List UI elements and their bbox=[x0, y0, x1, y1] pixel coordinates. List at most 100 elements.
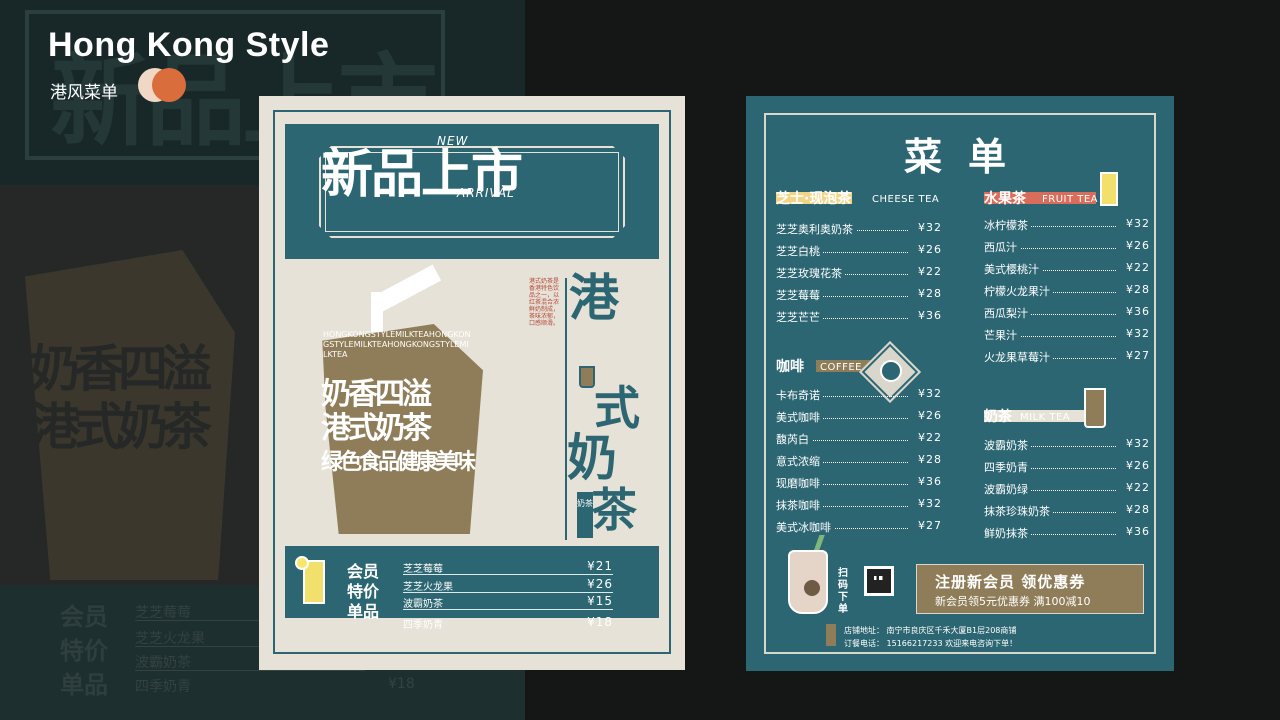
menu-item-price: ¥36 bbox=[915, 475, 942, 488]
member-special-band: 会员 特价 单品 芝芝莓莓 ¥21 芝芝火龙果 ¥26 波霸奶茶 ¥15 bbox=[285, 546, 659, 621]
menu-item: 意式浓缩 ¥28 bbox=[776, 453, 942, 469]
menu-item-price: ¥36 bbox=[1123, 525, 1150, 538]
cup-text-line: 奶香四溢 bbox=[321, 377, 432, 412]
menu-item-price: ¥32 bbox=[915, 497, 942, 510]
menu-item-price: ¥26 bbox=[1123, 239, 1150, 252]
shop-address: 店铺地址： 南宁市良庆区千禾大厦B1层208商铺 bbox=[844, 626, 1017, 635]
background-item: 波霸奶茶 bbox=[135, 655, 191, 671]
cup-small-text: HONGKONGSTYLEMILKTEAHONGKONGSTYLEMILKTEA… bbox=[323, 330, 471, 359]
section-title-en: COFFEE bbox=[820, 362, 862, 373]
menu-item-price: ¥22 bbox=[915, 431, 942, 444]
special-item: 波霸奶茶 ¥15 bbox=[403, 594, 613, 610]
background-cup-line: 港式奶茶 bbox=[30, 398, 212, 456]
menu-item-price: ¥32 bbox=[1123, 437, 1150, 450]
cup-text-line: 绿色食品健康美味 bbox=[321, 450, 476, 475]
menu-item-name: 西瓜梨汁 bbox=[984, 305, 1031, 321]
menu-item: 芝芝玫瑰花茶 ¥22 bbox=[776, 265, 942, 281]
new-label: NEW bbox=[437, 134, 469, 148]
menu-item-name: 芒果汁 bbox=[984, 327, 1020, 343]
menu-item-name: 冰柠檬茶 bbox=[984, 217, 1031, 233]
background-member-line: 会员 bbox=[60, 603, 108, 631]
menu-item: 芝芝奥利奥奶茶 ¥32 bbox=[776, 221, 942, 237]
menu-item: 西瓜汁 ¥26 bbox=[984, 239, 1150, 255]
menu-item-price: ¥27 bbox=[1123, 349, 1150, 362]
menu-item-price: ¥32 bbox=[1123, 327, 1150, 340]
shop-contact: 店铺地址： 南宁市良庆区千禾大厦B1层208商铺 订餐电话： 151662172… bbox=[844, 624, 1017, 650]
special-item: 芝芝莓莓 ¥21 bbox=[403, 559, 613, 575]
menu-item: 抹茶珍珠奶茶 ¥28 bbox=[984, 503, 1150, 519]
special-item-price: ¥21 bbox=[587, 559, 613, 573]
special-item: 芝芝火龙果 ¥26 bbox=[403, 577, 613, 593]
menu-item-name: 芝芝玫瑰花茶 bbox=[776, 265, 845, 281]
menu-item-name: 抹茶咖啡 bbox=[776, 497, 823, 513]
special-item-price: ¥26 bbox=[587, 577, 613, 591]
menu-item: 抹茶咖啡 ¥32 bbox=[776, 497, 942, 513]
member-special-label: 会员 特价 单品 bbox=[347, 562, 379, 622]
special-item-name: 四季奶青 bbox=[403, 620, 443, 631]
scan-to-order-label: 扫码下单 bbox=[838, 568, 848, 615]
promo-main-text: 注册新会员 领优惠券 bbox=[935, 573, 1086, 591]
section-cheese-tea: 芝士·现泡茶 CHEESE TEA bbox=[776, 188, 946, 207]
menu-item-price: ¥27 bbox=[915, 519, 942, 532]
menu-item-price: ¥36 bbox=[1123, 305, 1150, 318]
section-title-cn: 芝士·现泡茶 bbox=[776, 191, 852, 207]
menu-item-price: ¥22 bbox=[1123, 261, 1150, 274]
menu-item: 鲜奶抹茶 ¥36 bbox=[984, 525, 1150, 541]
menu-item-price: ¥28 bbox=[1123, 283, 1150, 296]
menu-item-name: 意式浓缩 bbox=[776, 453, 823, 469]
milk-tea-cup-icon bbox=[1084, 388, 1106, 428]
menu-item: 芝芝莓莓 ¥28 bbox=[776, 287, 942, 303]
menu-item: 芝芝芒芒 ¥36 bbox=[776, 309, 942, 325]
qr-code[interactable] bbox=[864, 566, 894, 596]
menu-item-price: ¥32 bbox=[915, 387, 942, 400]
item-underline bbox=[403, 609, 613, 610]
menu-footer: 扫码下单 注册新会员 领优惠券 新会员领5元优惠券 满100减10 bbox=[786, 531, 1144, 620]
menu-item-name: 馥芮白 bbox=[776, 431, 812, 447]
section-milk-tea: 奶茶 MILK TEA bbox=[984, 406, 1094, 425]
menu-item: 四季奶青 ¥26 bbox=[984, 459, 1150, 475]
menu-item-name: 抹茶珍珠奶茶 bbox=[984, 503, 1053, 519]
menu-item: 波霸奶茶 ¥32 bbox=[984, 437, 1150, 453]
menu-item-name: 西瓜汁 bbox=[984, 239, 1020, 255]
menu-item-name: 火龙果草莓汁 bbox=[984, 349, 1053, 365]
menu-item-price: ¥26 bbox=[915, 243, 942, 256]
menu-item-name: 现磨咖啡 bbox=[776, 475, 823, 491]
promo-banner: 注册新会员 领优惠券 新会员领5元优惠券 满100减10 bbox=[916, 564, 1144, 614]
special-item-price: ¥15 bbox=[587, 594, 613, 608]
menu-item-price: ¥28 bbox=[915, 287, 942, 300]
background-item: 四季奶青 bbox=[135, 679, 191, 695]
menu-item-name: 美式樱桃汁 bbox=[984, 261, 1042, 277]
menu-item: 现磨咖啡 ¥36 bbox=[776, 475, 942, 491]
menu-item-name: 芝芝奥利奥奶茶 bbox=[776, 221, 856, 237]
background-item-line bbox=[135, 670, 365, 671]
shop-phone: 订餐电话： 15166217233 欢迎来电咨询下单！ bbox=[844, 639, 1018, 648]
intro-text: 港式奶茶是香港特色饮品之一，以红茶混合浓鲜奶制成，茶味浓郁，口感顺滑。 bbox=[529, 278, 560, 327]
menu-item-name: 波霸奶绿 bbox=[984, 481, 1031, 497]
orange-dot bbox=[152, 68, 186, 102]
menu-item-name: 芝芝莓莓 bbox=[776, 287, 823, 303]
background-member-label: 会员 特价 单品 bbox=[60, 600, 108, 702]
menu-item-price: ¥26 bbox=[1123, 459, 1150, 472]
page-subtitle: 港风菜单 bbox=[50, 83, 118, 103]
menu-item-price: ¥22 bbox=[915, 265, 942, 278]
menu-item-price: ¥36 bbox=[915, 309, 942, 322]
background-item: 芝芝莓莓 bbox=[135, 605, 191, 621]
member-label-line: 会员 bbox=[347, 562, 380, 581]
side-tag: 奶茶 bbox=[577, 492, 593, 538]
menu-item: 卡布奇诺 ¥32 bbox=[776, 387, 942, 403]
section-title-en: FRUIT TEA bbox=[1042, 194, 1099, 205]
menu-item: 美式咖啡 ¥26 bbox=[776, 409, 942, 425]
background-price: ¥18 bbox=[388, 676, 415, 692]
menu-item-price: ¥32 bbox=[915, 221, 942, 234]
milk-tea-cup-icon bbox=[579, 366, 595, 388]
background-member-line: 单品 bbox=[60, 671, 108, 699]
member-label-line: 特价 bbox=[347, 582, 380, 601]
divider-line bbox=[565, 278, 567, 540]
lemon-icon bbox=[295, 556, 309, 570]
side-title-char: 茶 bbox=[591, 483, 637, 537]
poster-new-arrival: 新品上市 NEW ARRIVAL HONGKONGSTYLEMILKTEAHON… bbox=[259, 96, 685, 670]
qr-pattern bbox=[867, 569, 891, 593]
menu-item: 美式樱桃汁 ¥22 bbox=[984, 261, 1150, 277]
background-cup-text: 奶香四溢 港式奶茶 bbox=[30, 340, 220, 456]
menu-item: 美式冰咖啡 ¥27 bbox=[776, 519, 942, 535]
